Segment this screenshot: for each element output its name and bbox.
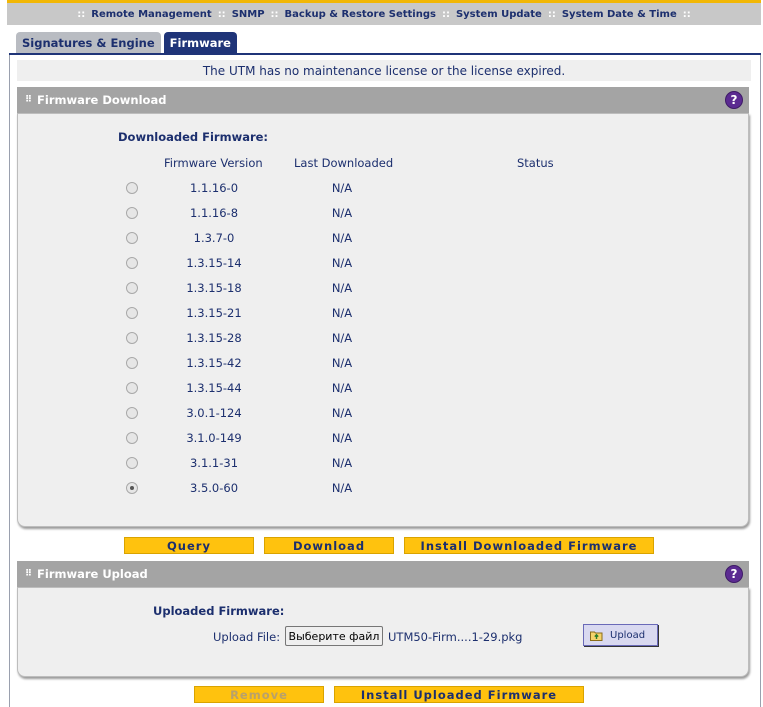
last-downloaded: N/A [331, 431, 353, 445]
column-header-version: Firmware Version [164, 156, 263, 170]
remove-button[interactable]: Remove [194, 686, 324, 703]
selected-file-name: UTM50-Firm....1-29.pkg [388, 630, 523, 644]
upload-file-label: Upload File: [213, 630, 281, 644]
table-row: 1.3.15-42 N/A [18, 351, 748, 376]
table-row: 1.3.15-18 N/A [18, 276, 748, 301]
firmware-upload-panel: Uploaded Firmware: Upload File: Выберите… [17, 587, 749, 677]
table-row: 1.3.15-21 N/A [18, 301, 748, 326]
nav-item-system-date-time[interactable]: System Date & Time [562, 9, 677, 20]
last-downloaded: N/A [331, 181, 353, 195]
firmware-radio[interactable] [126, 382, 138, 394]
table-row: 1.1.16-8 N/A [18, 201, 748, 226]
table-row: 1.3.7-0 N/A [18, 226, 748, 251]
last-downloaded: N/A [331, 381, 353, 395]
download-button[interactable]: Download [264, 537, 394, 554]
firmware-version: 1.3.7-0 [193, 231, 235, 245]
firmware-radio[interactable] [126, 332, 138, 344]
grip-icon: ⠿ [25, 569, 32, 579]
nav-separator: :: [547, 8, 556, 20]
firmware-radio[interactable] [126, 482, 138, 494]
tab-firmware[interactable]: Firmware [163, 32, 237, 53]
firmware-download-header: ⠿ Firmware Download ? [17, 87, 749, 113]
firmware-radio[interactable] [126, 282, 138, 294]
firmware-version: 3.5.0-60 [189, 481, 239, 495]
last-downloaded: N/A [331, 406, 353, 420]
grip-icon: ⠿ [25, 95, 32, 105]
query-button[interactable]: Query [124, 537, 254, 554]
last-downloaded: N/A [331, 231, 353, 245]
table-row: 1.3.15-28 N/A [18, 326, 748, 351]
nav-separator: :: [217, 8, 226, 20]
upload-button-label: Upload [610, 629, 646, 641]
nav-separator: :: [270, 8, 279, 20]
firmware-version: 1.1.16-8 [189, 206, 239, 220]
firmware-radio[interactable] [126, 407, 138, 419]
top-navigation: :: Remote Management:: SNMP:: Backup & Rest… [7, 3, 761, 25]
table-row: 1.3.15-44 N/A [18, 376, 748, 401]
firmware-download-panel: Downloaded Firmware: Firmware Version La… [17, 113, 749, 527]
firmware-version: 1.3.15-28 [186, 331, 242, 345]
nav-item-backup-restore-settings[interactable]: Backup & Restore Settings [285, 9, 436, 20]
nav-separator: :: [77, 8, 86, 20]
table-row: 1.3.15-14 N/A [18, 251, 748, 276]
firmware-radio[interactable] [126, 182, 138, 194]
upload-button[interactable]: Upload [583, 624, 658, 646]
install-downloaded-firmware-button[interactable]: Install Downloaded Firmware [404, 537, 654, 554]
firmware-version: 3.1.0-149 [186, 431, 242, 445]
firmware-upload-header: ⠿ Firmware Upload ? [17, 561, 749, 587]
last-downloaded: N/A [331, 281, 353, 295]
firmware-radio[interactable] [126, 232, 138, 244]
table-row: 1.1.16-0 N/A [18, 176, 748, 201]
nav-item-remote-management[interactable]: Remote Management [91, 9, 211, 20]
firmware-version: 3.0.1-124 [186, 406, 242, 420]
last-downloaded: N/A [331, 356, 353, 370]
firmware-radio[interactable] [126, 257, 138, 269]
firmware-version: 1.3.15-42 [186, 356, 242, 370]
last-downloaded: N/A [331, 206, 353, 220]
firmware-radio[interactable] [126, 457, 138, 469]
uploaded-firmware-title: Uploaded Firmware: [153, 604, 285, 618]
last-downloaded: N/A [331, 331, 353, 345]
firmware-version: 1.3.15-18 [186, 281, 242, 295]
table-row: 3.5.0-60 N/A [18, 476, 748, 501]
tab-signatures-engine[interactable]: Signatures & Engine [16, 32, 161, 53]
column-header-last-downloaded: Last Downloaded [294, 156, 394, 170]
firmware-radio[interactable] [126, 357, 138, 369]
last-downloaded: N/A [331, 256, 353, 270]
firmware-version: 1.1.16-0 [189, 181, 239, 195]
firmware-version: 1.3.15-14 [186, 256, 242, 270]
nav-separator: :: [682, 8, 691, 20]
firmware-upload-title: Firmware Upload [37, 567, 148, 581]
choose-file-button[interactable]: Выберите файл [285, 626, 383, 646]
license-notice: The UTM has no maintenance license or th… [17, 60, 751, 81]
firmware-radio[interactable] [126, 432, 138, 444]
install-uploaded-firmware-button[interactable]: Install Uploaded Firmware [334, 686, 584, 703]
firmware-radio[interactable] [126, 207, 138, 219]
firmware-version: 1.3.15-44 [186, 381, 242, 395]
last-downloaded: N/A [331, 481, 353, 495]
downloaded-firmware-title: Downloaded Firmware: [118, 130, 269, 144]
firmware-radio[interactable] [126, 307, 138, 319]
last-downloaded: N/A [331, 306, 353, 320]
tab-bar: Signatures & Engine Firmware [16, 32, 237, 53]
nav-item-snmp[interactable]: SNMP [232, 9, 265, 20]
firmware-version: 3.1.1-31 [189, 456, 239, 470]
table-row: 3.0.1-124 N/A [18, 401, 748, 426]
folder-upload-icon [590, 630, 603, 641]
firmware-version: 1.3.15-21 [186, 306, 242, 320]
column-header-status: Status [517, 156, 554, 170]
table-row: 3.1.0-149 N/A [18, 426, 748, 451]
table-row: 3.1.1-31 N/A [18, 451, 748, 476]
nav-separator: :: [441, 8, 450, 20]
help-icon[interactable]: ? [725, 91, 743, 109]
nav-item-system-update[interactable]: System Update [456, 9, 542, 20]
last-downloaded: N/A [331, 456, 353, 470]
firmware-download-title: Firmware Download [37, 93, 167, 107]
help-icon[interactable]: ? [725, 565, 743, 583]
